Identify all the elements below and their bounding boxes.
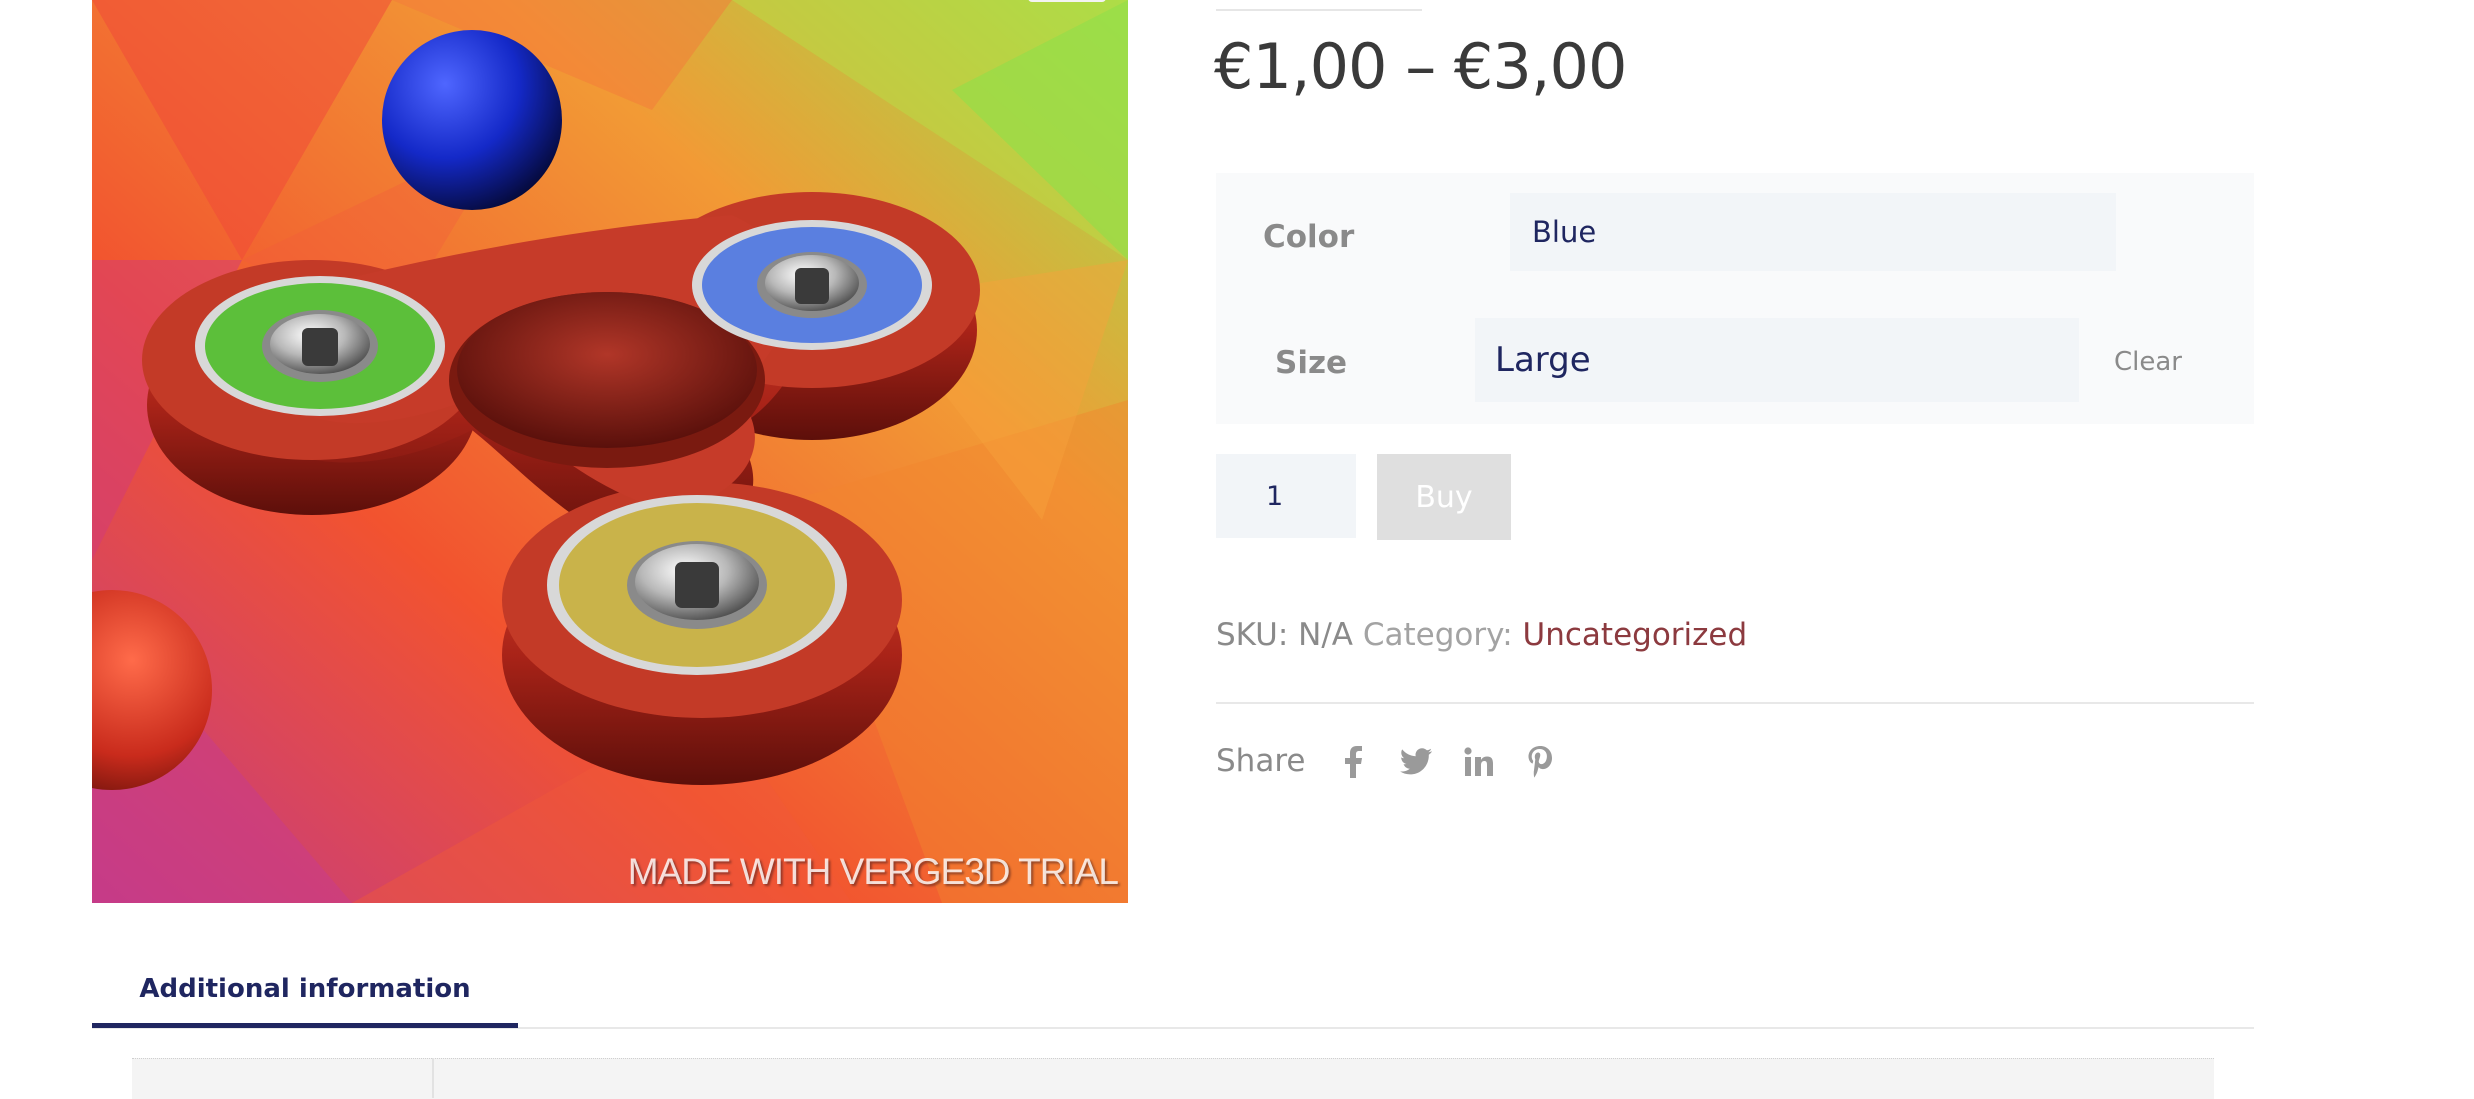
table-column-divider: [432, 1058, 434, 1098]
tab-additional-information[interactable]: Additional information: [92, 950, 518, 1028]
quantity-input[interactable]: 1: [1216, 454, 1356, 538]
size-label: Size: [1275, 345, 1348, 381]
facebook-icon[interactable]: [1333, 742, 1373, 782]
linkedin-icon[interactable]: [1459, 742, 1499, 782]
fullscreen-button[interactable]: [1028, 0, 1106, 2]
verge3d-watermark: MADE WITH VERGE3D TRIAL: [627, 851, 1119, 892]
product-3d-viewer[interactable]: MADE WITH VERGE3D TRIAL: [92, 0, 1128, 903]
sku-value: N/A: [1298, 617, 1354, 653]
additional-info-table: [132, 1058, 2214, 1099]
meta-divider: [1216, 702, 2254, 704]
size-select[interactable]: Large: [1475, 318, 2079, 402]
twitter-icon[interactable]: [1396, 742, 1436, 782]
active-tab-indicator: [92, 1023, 518, 1028]
clear-variations-link[interactable]: Clear: [2114, 347, 2182, 377]
fidget-spinner-render: [92, 0, 1128, 903]
color-select[interactable]: Blue: [1510, 193, 2116, 271]
pinterest-icon[interactable]: [1520, 742, 1560, 782]
price-divider: [1216, 9, 1422, 11]
buy-button[interactable]: Buy: [1377, 454, 1511, 540]
category-link[interactable]: Uncategorized: [1523, 617, 1748, 653]
category-label: Category:: [1362, 617, 1513, 653]
share-label: Share: [1216, 743, 1306, 779]
product-price: €1,00 – €3,00: [1214, 30, 1627, 103]
color-label: Color: [1263, 219, 1355, 255]
product-meta: SKU: N/A Category: Uncategorized: [1216, 617, 1747, 653]
sku-label: SKU:: [1216, 617, 1289, 653]
